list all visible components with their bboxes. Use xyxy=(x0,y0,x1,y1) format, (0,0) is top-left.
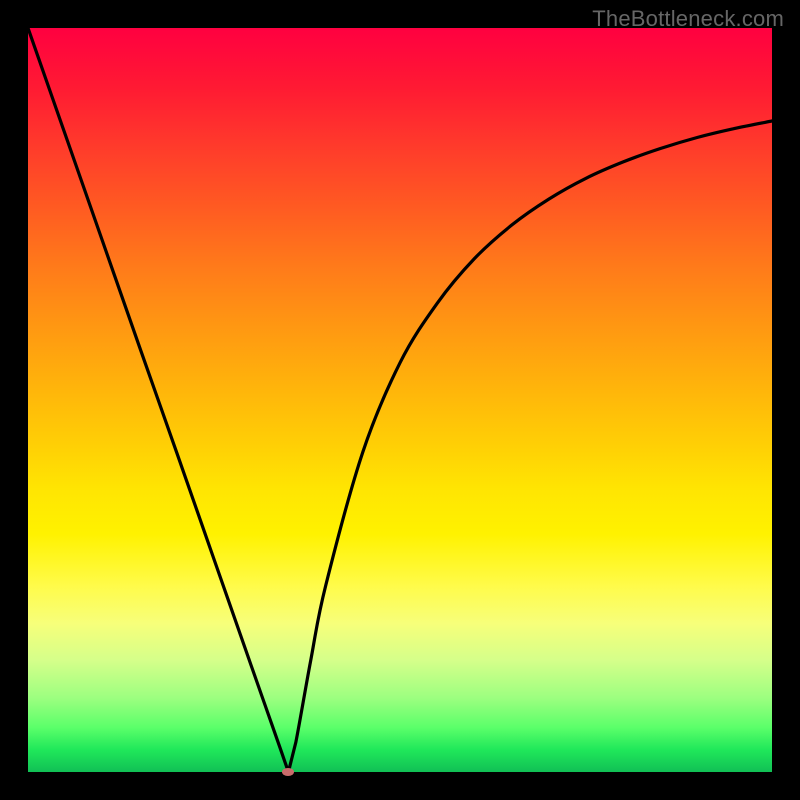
plot-area xyxy=(28,28,772,772)
optimum-dot xyxy=(282,768,294,776)
chart-container: TheBottleneck.com xyxy=(0,0,800,800)
bottleneck-curve-svg xyxy=(28,28,772,772)
bottleneck-curve xyxy=(28,28,772,772)
watermark-text: TheBottleneck.com xyxy=(592,6,784,32)
